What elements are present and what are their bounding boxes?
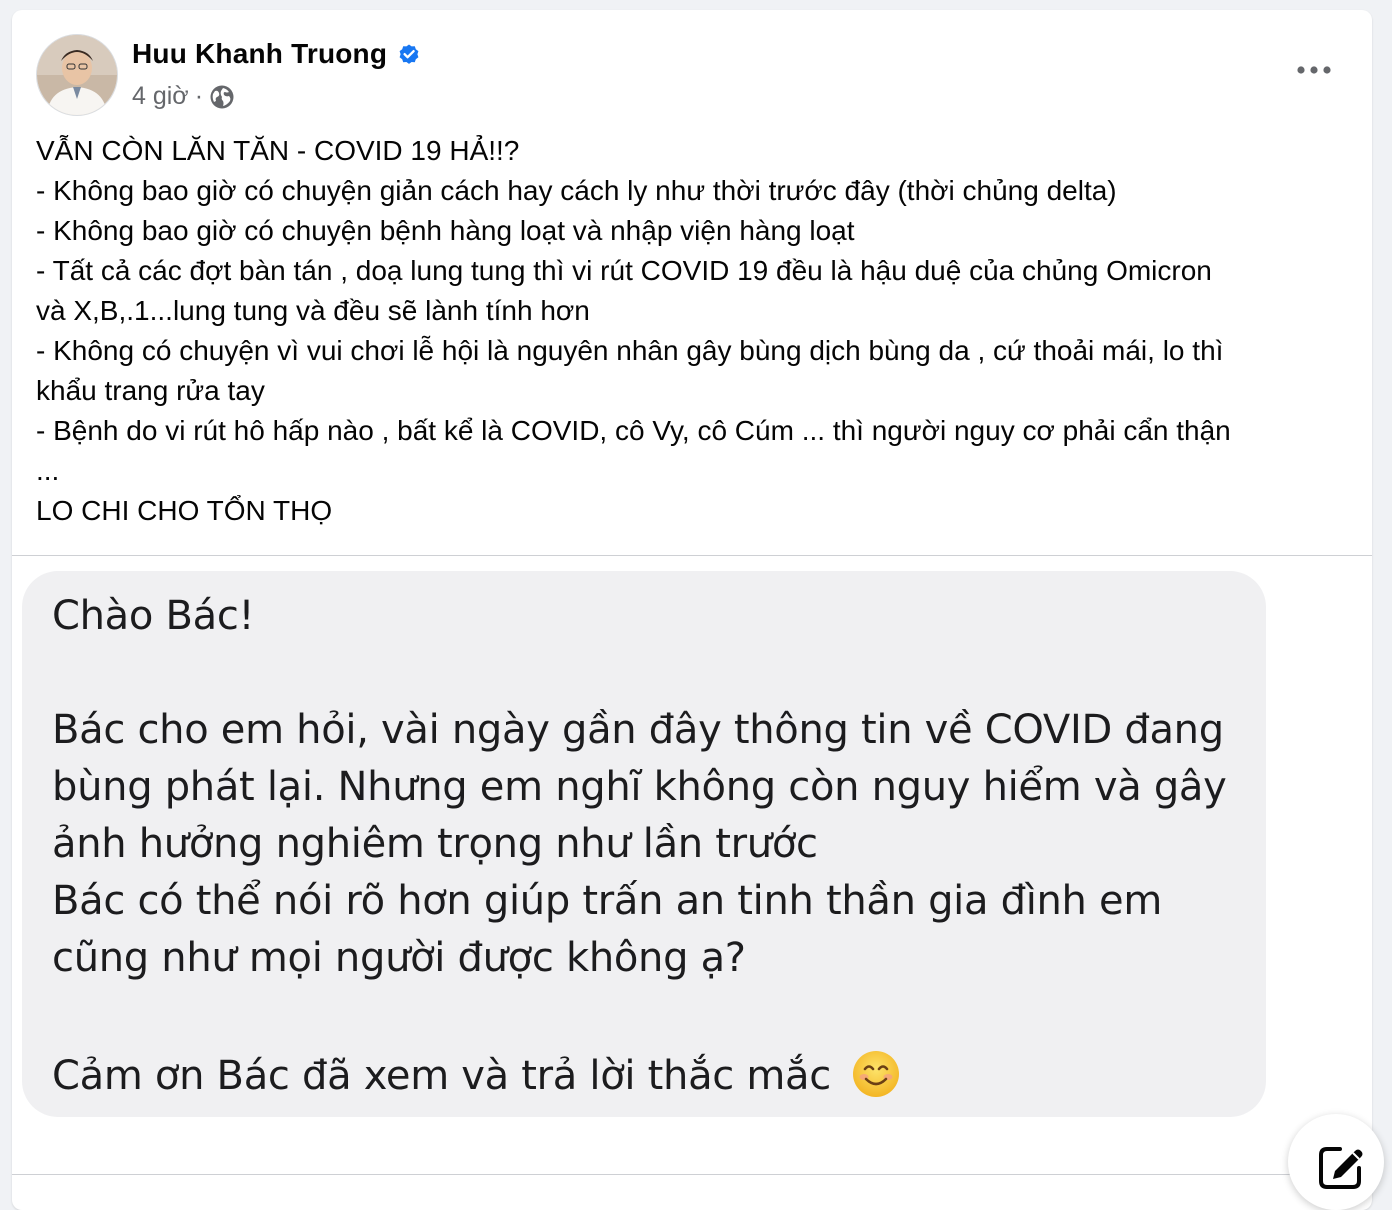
- more-options-button[interactable]: [1292, 50, 1336, 90]
- message-closing-line: Cảm ơn Bác đã xem và trả lời thắc mắc: [52, 1049, 901, 1099]
- verified-badge-icon: [397, 42, 421, 66]
- post-text-line: - Tất cả các đợt bàn tán , doạ lung tung…: [36, 255, 1212, 286]
- author-row: Huu Khanh Truong: [132, 38, 421, 70]
- message-line: bùng phát lại. Nhưng em nghĩ không còn n…: [52, 764, 1227, 810]
- message-line: Bác cho em hỏi, vài ngày gần đây thông t…: [52, 707, 1224, 753]
- compose-icon: [1319, 1147, 1363, 1189]
- author-name[interactable]: Huu Khanh Truong: [132, 38, 387, 70]
- smiling-face-emoji-icon: [851, 1049, 901, 1099]
- author-avatar[interactable]: [36, 34, 118, 116]
- post-text-line: và X,B,.1...lung tung và đều sẽ lành tín…: [36, 295, 590, 326]
- post-text-line: - Bệnh do vi rút hô hấp nào , bất kể là …: [36, 415, 1231, 446]
- post-text-line: - Không có chuyện vì vui chơi lễ hội là …: [36, 335, 1224, 366]
- post-body: VẪN CÒN LĂN TĂN - COVID 19 HẢ!!? - Không…: [36, 131, 1352, 531]
- post-meta: 4 giờ ·: [132, 82, 235, 111]
- more-dots-icon: [1297, 66, 1331, 74]
- post-timestamp[interactable]: 4 giờ: [132, 82, 189, 111]
- message-line: cũng như mọi người được không ạ?: [52, 935, 746, 981]
- message-closing: Cảm ơn Bác đã xem và trả lời thắc mắc: [52, 1053, 831, 1099]
- post-text-line: VẪN CÒN LĂN TĂN - COVID 19 HẢ!!?: [36, 135, 520, 166]
- post-text-line: LO CHI CHO TỔN THỌ: [36, 495, 333, 526]
- bottom-divider: [12, 1174, 1372, 1175]
- post-text-line: - Không bao giờ có chuyện bệnh hàng loạt…: [36, 215, 855, 246]
- new-message-button[interactable]: [1288, 1114, 1384, 1210]
- meta-separator: ·: [194, 82, 204, 110]
- post-text-line: khẩu trang rửa tay: [36, 375, 265, 406]
- message-screenshot-image[interactable]: Chào Bác! Bác cho em hỏi, vài ngày gần đ…: [22, 571, 1266, 1117]
- post-card: Huu Khanh Truong 4 giờ · VẪN CÒN LĂN TĂN…: [12, 10, 1372, 1210]
- post-text-line: - Không bao giờ có chuyện giản cách hay …: [36, 175, 1117, 206]
- globe-icon[interactable]: [209, 84, 235, 110]
- message-greeting: Chào Bác!: [52, 593, 255, 639]
- post-text-line: ...: [36, 455, 60, 486]
- message-line: ảnh hưởng nghiêm trọng như lần trước: [52, 821, 818, 867]
- post-divider: [12, 555, 1372, 556]
- message-line: Bác có thể nói rõ hơn giúp trấn an tinh …: [52, 878, 1162, 924]
